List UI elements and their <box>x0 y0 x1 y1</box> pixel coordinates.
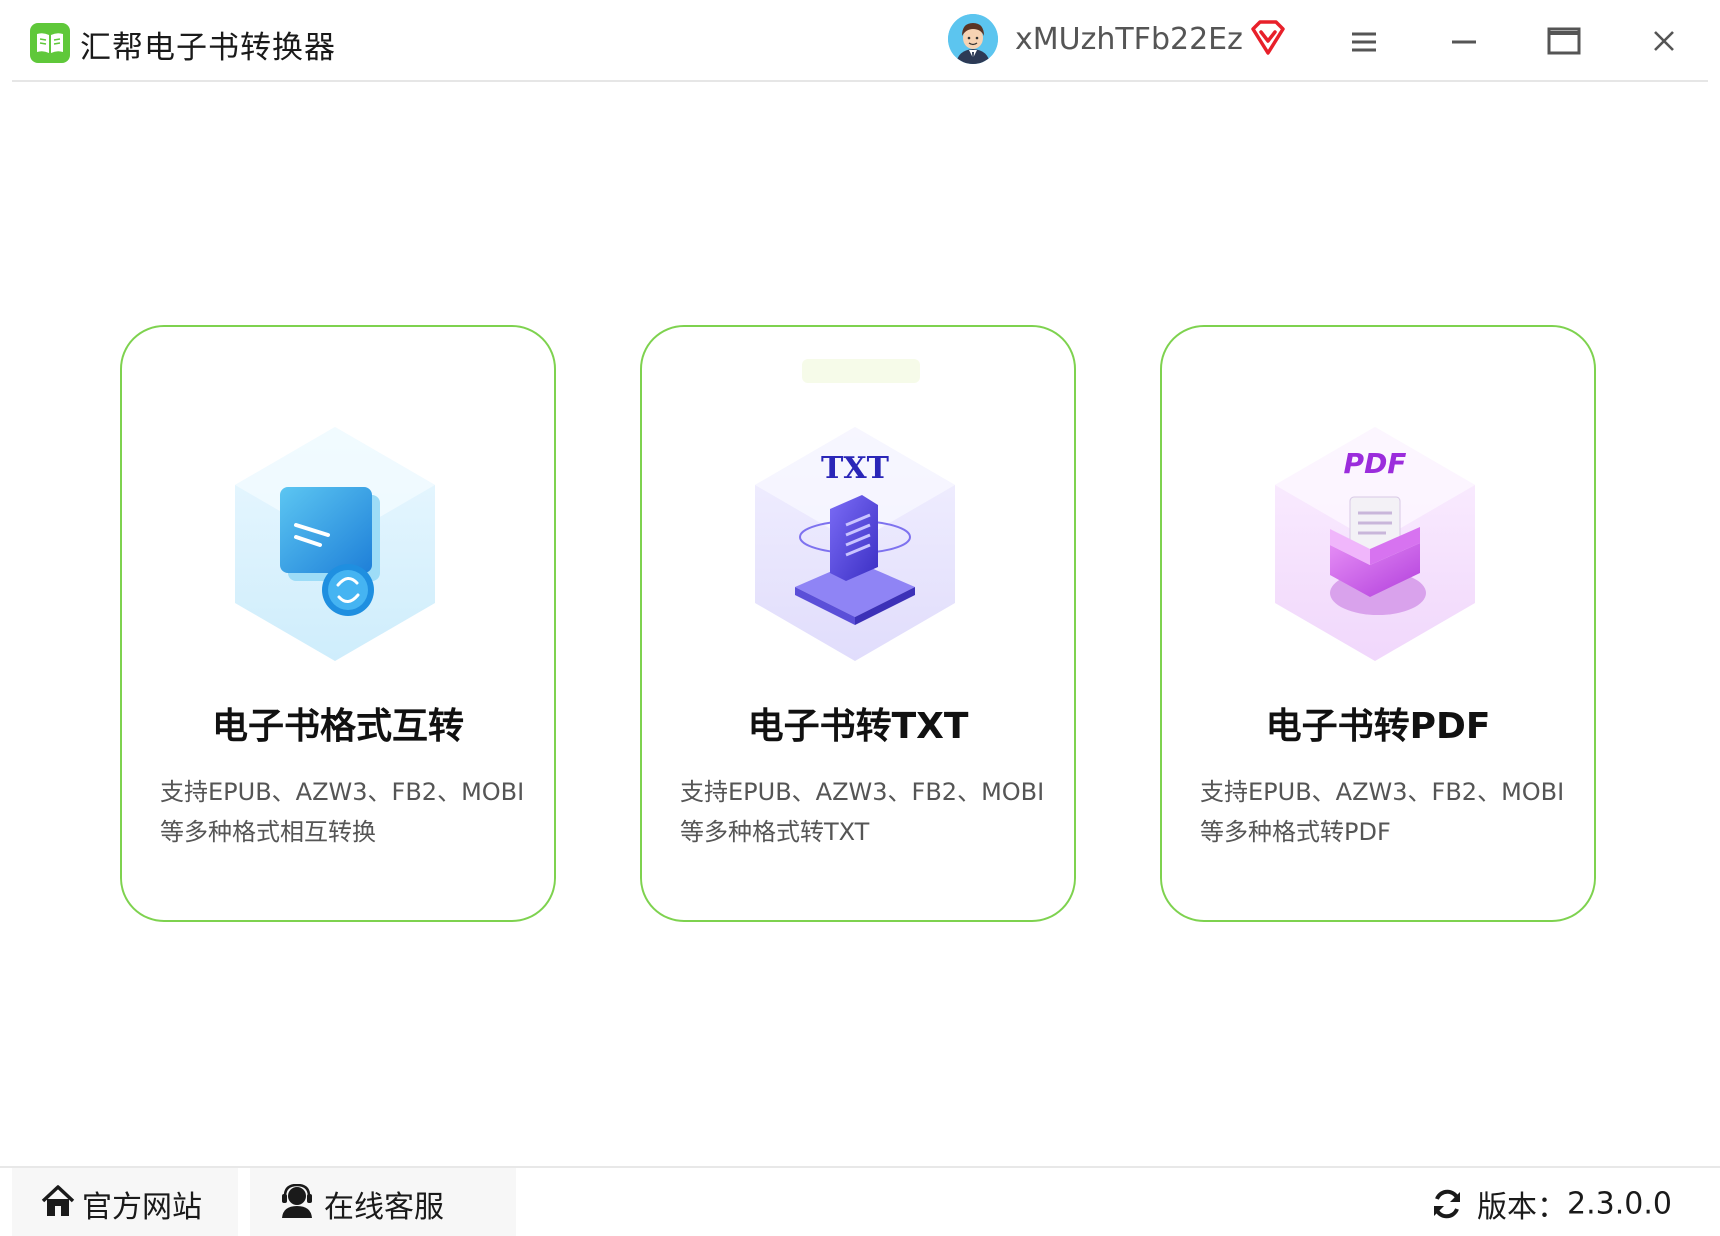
card-desc-line-1: 支持EPUB、AZW3、FB2、MOBI <box>680 778 1045 806</box>
refresh-icon <box>1434 1189 1461 1219</box>
user-avatar[interactable] <box>948 14 998 64</box>
title-divider <box>12 80 1708 82</box>
card-desc-line-1: 支持EPUB、AZW3、FB2、MOBI <box>160 778 525 806</box>
customer-service-icon <box>282 1184 312 1218</box>
app-title: 汇帮电子书转换器 <box>80 30 336 66</box>
menu-button[interactable] <box>1339 18 1389 64</box>
card-description: 支持EPUB、AZW3、FB2、MOBI 等多种格式转PDF <box>1200 772 1580 852</box>
minimize-button[interactable] <box>1439 18 1489 64</box>
card-to-txt[interactable]: TXT 电子书转TXT 支持EPUB、AZW3、FB2、MOBI 等多种格式转T… <box>640 325 1076 922</box>
maximize-button[interactable] <box>1539 18 1589 64</box>
official-website-label: 官方网站 <box>82 1190 202 1225</box>
card-format-convert[interactable]: 电子书格式互转 支持EPUB、AZW3、FB2、MOBI 等多种格式相互转换 <box>120 325 556 922</box>
version-info[interactable]: 版本：2.3.0.0 <box>1431 1182 1672 1226</box>
txt-icon-label: TXT <box>821 451 890 486</box>
format-convert-icon <box>235 427 435 661</box>
version-value: 2.3.0.0 <box>1567 1186 1672 1222</box>
card-title: 电子书转TXT <box>747 706 969 747</box>
version-label: 版本： <box>1477 1190 1568 1225</box>
maximize-icon <box>1547 27 1581 55</box>
minimize-icon <box>1452 40 1476 44</box>
pdf-icon-label: PDF <box>1344 447 1407 480</box>
app-logo-icon <box>30 23 70 63</box>
card-desc-line-1: 支持EPUB、AZW3、FB2、MOBI <box>1200 778 1565 806</box>
pdf-document-icon: PDF <box>1275 427 1475 661</box>
card-to-pdf[interactable]: PDF 电子书转PDF 支持EPUB、AZW3、FB2、MOBI 等多种格式转P… <box>1160 325 1596 922</box>
card-desc-line-2: 等多种格式转TXT <box>680 818 870 846</box>
official-website-button[interactable]: 官方网站 <box>12 1168 238 1236</box>
user-name[interactable]: xMUzhTFb22Ez <box>1015 22 1243 57</box>
title-bar: 汇帮电子书转换器 xMUzhTFb22Ez <box>0 0 1720 82</box>
card-description: 支持EPUB、AZW3、FB2、MOBI 等多种格式转TXT <box>680 772 1060 852</box>
highlight-glow <box>802 359 920 383</box>
online-service-button[interactable]: 在线客服 <box>250 1168 516 1236</box>
card-title: 电子书转PDF <box>1265 706 1491 747</box>
card-desc-line-2: 等多种格式转PDF <box>1200 818 1391 846</box>
home-icon <box>41 1185 75 1216</box>
online-service-label: 在线客服 <box>324 1190 444 1225</box>
footer-bar: 官方网站 在线客服 版本：2.3.0.0 <box>0 1166 1720 1236</box>
close-icon <box>1654 31 1674 51</box>
close-button[interactable] <box>1639 18 1689 64</box>
menu-icon <box>1352 32 1376 52</box>
vip-diamond-icon[interactable] <box>1249 20 1287 60</box>
txt-document-icon: TXT <box>755 427 955 661</box>
card-desc-line-2: 等多种格式相互转换 <box>160 818 376 846</box>
card-description: 支持EPUB、AZW3、FB2、MOBI 等多种格式相互转换 <box>160 772 540 852</box>
card-title: 电子书格式互转 <box>211 706 464 747</box>
